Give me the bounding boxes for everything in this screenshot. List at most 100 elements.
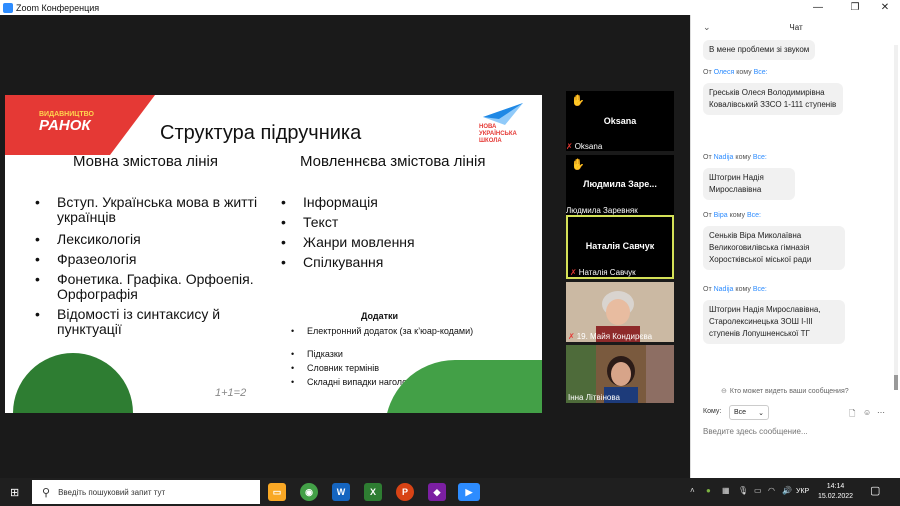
- tray-app-icon[interactable]: ●: [706, 486, 711, 495]
- participant-label: ✗ Oksana: [566, 142, 603, 151]
- message-sender[interactable]: Олеся: [714, 69, 735, 76]
- slide-green-decoration: [13, 353, 133, 413]
- chat-message-input[interactable]: [703, 427, 893, 436]
- list-item: Жанри мовлення: [281, 235, 415, 251]
- window-controls: — ❐ ✕: [796, 0, 900, 15]
- clock-time: 14:14: [826, 483, 845, 490]
- recipient-select[interactable]: Все ⌄: [729, 405, 769, 420]
- chevron-down-icon: ⌄: [758, 409, 764, 417]
- chat-scrollbar[interactable]: [894, 45, 898, 390]
- participant-label: ✗ 19. Майя Кондирєва: [568, 332, 653, 341]
- participant-label: Інна Літвінова: [568, 393, 620, 402]
- volume-icon[interactable]: 🔊: [782, 486, 792, 495]
- column-heading-language: Мовна змістова лінія: [73, 153, 218, 170]
- who-can-see-link[interactable]: ⊖ Кто может видеть ваши сообщения?: [721, 387, 849, 395]
- message-recipient: Все:: [752, 286, 767, 293]
- close-button[interactable]: ✕: [870, 0, 900, 15]
- list-item: Лексикологія: [35, 232, 141, 248]
- list-item: Відомості із синтаксису й пунктуації: [35, 307, 267, 337]
- word-icon[interactable]: W: [332, 483, 350, 501]
- recipient-label: Кому:: [703, 408, 722, 415]
- slide-math-doodle: 1+1=2: [215, 387, 247, 399]
- battery-icon[interactable]: ▭: [754, 486, 762, 495]
- publisher-logo: РАНОК: [39, 117, 91, 134]
- taskbar-search[interactable]: ⚲ Введіть пошуковий запит тут: [32, 480, 260, 504]
- list-item: Спілкування: [281, 255, 383, 271]
- windows-start-icon[interactable]: ⊞: [10, 486, 19, 499]
- wifi-icon[interactable]: ◠: [768, 486, 775, 495]
- language-indicator[interactable]: УКР: [796, 488, 809, 495]
- zoom-taskbar-icon[interactable]: ▶: [458, 483, 480, 501]
- shared-slide: ВИДАВНИЦТВО РАНОК НОВА УКРАЇНСЬКА ШКОЛА …: [5, 95, 542, 413]
- chat-message: Штогрин Надія Мирославівна, Старолексине…: [703, 300, 845, 344]
- notification-icon[interactable]: ▢: [870, 484, 880, 497]
- window-title: Zoom Конференция: [16, 2, 100, 13]
- chevron-up-icon[interactable]: ˄: [690, 486, 695, 495]
- more-icon[interactable]: ⋯: [877, 408, 885, 417]
- muted-mic-icon: ✗: [570, 268, 577, 277]
- restore-button[interactable]: ❐: [840, 0, 870, 15]
- chat-header: Чат: [789, 23, 803, 32]
- minimize-button[interactable]: —: [796, 0, 840, 15]
- lock-icon: ⊖: [721, 388, 727, 395]
- emoji-icon[interactable]: ☺: [863, 408, 871, 417]
- participant-label: ✗ Наталія Савчук: [570, 268, 636, 277]
- chat-message: Сеньків Віра Миколаївна Великоговилівськ…: [703, 226, 845, 270]
- clock-date: 15.02.2022: [818, 493, 854, 500]
- excel-icon[interactable]: X: [364, 483, 382, 501]
- mic-icon[interactable]: 🎙: [738, 486, 748, 495]
- message-recipient: Все:: [753, 69, 768, 76]
- message-sender[interactable]: Віра: [714, 212, 728, 219]
- additions-item: Словник термінів: [291, 363, 379, 373]
- window-titlebar: Zoom Конференция — ❐ ✕: [0, 0, 900, 15]
- message-meta: От Олеся кому Все:: [703, 69, 768, 76]
- chat-message: Штогрин Надія Мирославівна: [703, 168, 795, 200]
- raised-hand-icon: ✋: [571, 95, 585, 107]
- powerpoint-icon[interactable]: P: [396, 483, 414, 501]
- column-heading-speech: Мовленнєва змістова лінія: [300, 153, 486, 170]
- additions-item: Підказки: [291, 349, 343, 359]
- participant-tile-active-speaker[interactable]: Наталія Савчук ✗ Наталія Савчук: [566, 215, 674, 279]
- chat-message: В мене проблеми зі звуком: [703, 40, 816, 60]
- message-meta: От Nadija кому Все:: [703, 154, 767, 161]
- muted-mic-icon: ✗: [568, 332, 575, 341]
- message-recipient: Все:: [746, 212, 761, 219]
- zoom-app-icon: [3, 2, 13, 13]
- participant-tile[interactable]: ✋ Людмила Заре... Людмила Заревняк: [566, 155, 674, 215]
- search-icon: ⚲: [42, 486, 51, 499]
- app-drop-icon[interactable]: ◆: [428, 483, 446, 501]
- list-item: Текст: [281, 215, 338, 231]
- file-explorer-icon[interactable]: ▭: [268, 483, 286, 501]
- network-icon[interactable]: ▦: [722, 486, 730, 495]
- participant-display-name: Людмила Заре...: [583, 179, 657, 189]
- list-item: Інформація: [281, 195, 378, 211]
- additions-item: Електронний додаток (за к’юар-кодами): [291, 326, 477, 336]
- slide-title: Структура підручника: [160, 122, 362, 144]
- participant-tile[interactable]: ✗ 19. Майя Кондирєва: [566, 282, 674, 342]
- participant-display-name: Наталія Савчук: [585, 241, 655, 251]
- file-icon[interactable]: 🗋: [849, 408, 855, 422]
- raised-hand-icon: ✋: [571, 159, 585, 171]
- participant-label: Людмила Заревняк: [566, 206, 638, 215]
- muted-mic-icon: ✗: [566, 142, 573, 151]
- chrome-icon[interactable]: ◉: [300, 483, 318, 501]
- meeting-area: ВИДАВНИЦТВО РАНОК НОВА УКРАЇНСЬКА ШКОЛА …: [0, 15, 690, 478]
- participant-tile[interactable]: ✋ Oksana ✗ Oksana: [566, 91, 674, 151]
- slide-green-decoration: [385, 360, 542, 413]
- taskbar-clock[interactable]: 14:14 15.02.2022: [818, 482, 853, 502]
- participant-display-name: Oksana: [603, 116, 637, 126]
- participant-tile[interactable]: Інна Літвінова: [566, 345, 674, 403]
- list-item: Вступ. Українська мова в житті українців: [35, 195, 272, 225]
- windows-taskbar: ⊞ ⚲ Введіть пошуковий запит тут ▭ ◉ W X …: [0, 478, 900, 506]
- nus-logo: НОВА УКРАЇНСЬКА ШКОЛА: [479, 124, 517, 144]
- scrollbar-thumb[interactable]: [894, 375, 898, 390]
- chat-message: Греськів Олеся Володимирівна Ковалівськи…: [703, 83, 843, 115]
- search-placeholder: Введіть пошуковий запит тут: [58, 487, 166, 497]
- message-sender[interactable]: Nadija: [714, 286, 734, 293]
- list-item: Фразеологія: [35, 252, 136, 268]
- message-sender[interactable]: Nadija: [714, 154, 734, 161]
- paper-plane-icon: [483, 103, 523, 125]
- chat-panel: ⌄ Чат В мене проблеми зі звуком От Олеся…: [690, 15, 900, 478]
- message-meta: От Nadija кому Все:: [703, 286, 767, 293]
- message-meta: От Віра кому Все:: [703, 212, 761, 219]
